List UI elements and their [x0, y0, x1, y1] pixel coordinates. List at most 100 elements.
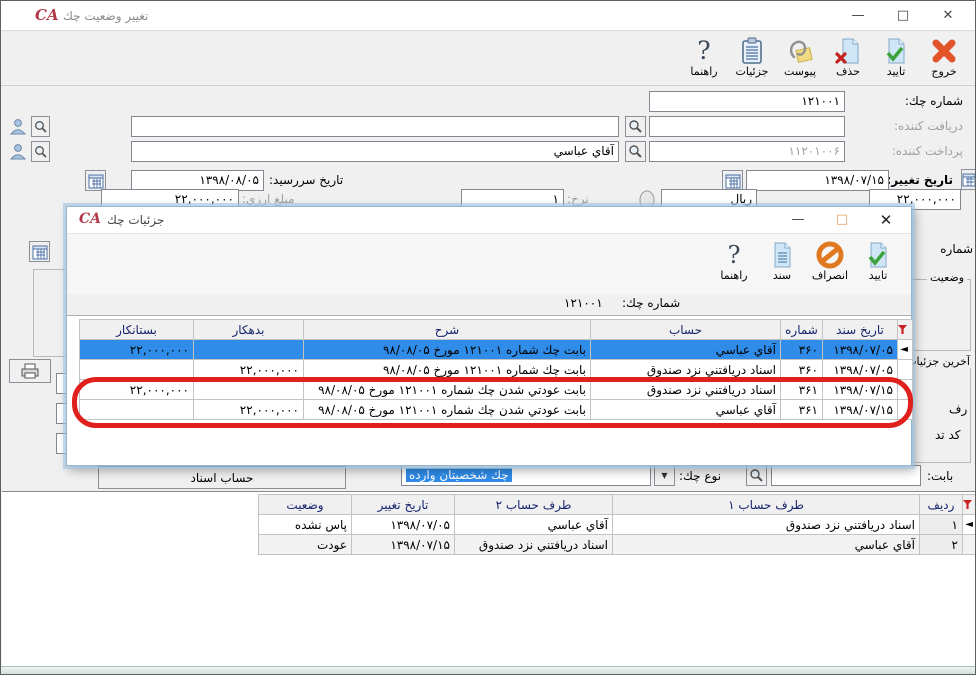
check-type-combo[interactable]: چك شخصيتان وارده: [401, 465, 651, 486]
payer-name-search-button[interactable]: [31, 141, 50, 162]
babat-search-button[interactable]: [746, 465, 767, 486]
calendar-button[interactable]: [722, 170, 743, 191]
table-row[interactable]: ۲ آقاي عباسي اسناد دريافتني نزد صندوق ۱۳…: [259, 535, 976, 555]
modal-check-number-label: شماره چك:: [622, 296, 680, 310]
bottom-panel: رديف طرف حساب ۱ طرف حساب ۲ تاريخ تغيير و…: [2, 491, 976, 666]
table-header-row[interactable]: رديف طرف حساب ۱ طرف حساب ۲ تاريخ تغيير و…: [259, 495, 976, 515]
check-type-dropdown-button[interactable]: ▼: [654, 465, 675, 486]
table-row[interactable]: ◄ ۱ اسناد دريافتني نزد صندوق آقاي عباسي …: [259, 515, 976, 535]
last-details-group-label: آخرين جزئيات: [913, 355, 973, 368]
check-type-selected-value: چك شخصيتان وارده: [406, 468, 512, 482]
calendar-icon[interactable]: [961, 169, 976, 190]
cell-party2: اسناد دريافتني نزد صندوق: [455, 535, 613, 555]
modal-minimize-button[interactable]: —: [781, 209, 815, 231]
check-number-field[interactable]: ۱۲۱۰۰۱: [649, 91, 845, 112]
delete-button[interactable]: حذف: [825, 34, 871, 84]
filter-icon[interactable]: [963, 495, 976, 515]
cell-party1: آقاي عباسي: [613, 535, 920, 555]
cell-account: اسناد دريافتني نزد صندوق: [591, 380, 781, 400]
printer-icon: [20, 363, 40, 379]
babat-field[interactable]: [771, 465, 921, 486]
receiver-name-search-button[interactable]: [31, 116, 50, 137]
magnifier-icon: [34, 145, 48, 159]
confirm-button[interactable]: تاييد: [873, 34, 919, 84]
cell-doc-date: ۱۳۹۸/۰۷/۰۵: [823, 340, 898, 360]
payer-code-field[interactable]: ۱۱۲۰۱۰۰۶: [649, 141, 845, 162]
col-doc-date[interactable]: تاريخ سند: [823, 320, 898, 340]
print-button[interactable]: [9, 359, 51, 383]
help-button[interactable]: ? راهنما: [681, 34, 727, 84]
close-button[interactable]: ✕: [931, 5, 965, 27]
due-date-field[interactable]: ۱۳۹۸/۰۸/۰۵: [131, 170, 264, 191]
payer-search-button[interactable]: [625, 141, 646, 162]
row-marker: [898, 360, 913, 380]
window-title: تغيير وضعيت چك: [63, 9, 148, 23]
application-window: CA تغيير وضعيت چك — □ ✕ خروج تاييد حذف پ…: [0, 0, 976, 675]
row-marker: ◄: [963, 515, 976, 535]
due-date-calendar-button[interactable]: [85, 170, 106, 191]
modal-close-button[interactable]: ✕: [869, 209, 903, 231]
minimize-button[interactable]: —: [841, 5, 875, 27]
cell-status: عودت: [259, 535, 352, 555]
receiver-search-button[interactable]: [625, 116, 646, 137]
col-credit[interactable]: بستانكار: [80, 320, 194, 340]
receiver-label: دريافت كننده:: [894, 116, 963, 137]
modal-title: جزئيات چك: [107, 213, 164, 227]
filter-icon[interactable]: [898, 320, 913, 340]
receiver-name-field[interactable]: [131, 116, 619, 137]
status-group-label: وضعيت: [927, 271, 967, 284]
exit-button[interactable]: خروج: [921, 34, 967, 84]
details-button[interactable]: جزئيات: [729, 34, 775, 84]
voucher-lines-table[interactable]: تاريخ سند شماره حساب شرح بدهكار بستانكار…: [79, 319, 913, 420]
row-number: ۲: [920, 535, 963, 555]
check-history-table[interactable]: رديف طرف حساب ۱ طرف حساب ۲ تاريخ تغيير و…: [258, 494, 976, 555]
app-logo: CA: [35, 6, 59, 24]
main-toolbar: خروج تاييد حذف پيوست جزئيات ? راهنما: [1, 31, 975, 86]
col-description[interactable]: شرح: [304, 320, 591, 340]
receiver-code-field[interactable]: [649, 116, 845, 137]
cell-description: بابت عودتي شدن چك شماره ۱۲۱۰۰۱ مورخ ۹۸/۰…: [304, 400, 591, 420]
table-row[interactable]: ۱۳۹۸/۰۷/۱۵ ۳۶۱ اسناد دريافتني نزد صندوق …: [80, 380, 913, 400]
maximize-button[interactable]: □: [886, 5, 920, 27]
table-row[interactable]: ۱۳۹۸/۰۷/۰۵ ۳۶۰ اسناد دريافتني نزد صندوق …: [80, 360, 913, 380]
col-change-date[interactable]: تاريخ تغيير: [352, 495, 455, 515]
modal-help-button[interactable]: ? راهنما: [711, 238, 757, 288]
table-header-row[interactable]: تاريخ سند شماره حساب شرح بدهكار بستانكار: [80, 320, 913, 340]
calendar-button[interactable]: [29, 241, 50, 262]
modal-confirm-button[interactable]: تاييد: [855, 238, 901, 288]
row-marker: [963, 535, 976, 555]
col-status[interactable]: وضعيت: [259, 495, 352, 515]
col-account[interactable]: حساب: [591, 320, 781, 340]
person-icon[interactable]: [9, 142, 28, 161]
document-icon: [768, 238, 796, 271]
attach-button[interactable]: پيوست: [777, 34, 823, 84]
chevron-down-icon: ▼: [661, 471, 667, 480]
check-type-label: نوع چك:: [679, 466, 721, 487]
table-row[interactable]: ۱۳۹۸/۰۷/۱۵ ۳۶۱ آقاي عباسي بابت عودتي شدن…: [80, 400, 913, 420]
modal-maximize-button[interactable]: □: [825, 209, 859, 231]
col-party2[interactable]: طرف حساب ۲: [455, 495, 613, 515]
change-date-field[interactable]: ۱۳۹۸/۰۷/۱۵: [746, 170, 889, 191]
clipboard-icon: [738, 34, 766, 67]
account-docs-button[interactable]: حساب اسناد: [98, 466, 346, 489]
cell-account: اسناد دريافتني نزد صندوق: [591, 360, 781, 380]
person-icon[interactable]: [9, 117, 28, 136]
code-label: كد تد: [935, 425, 960, 446]
cell-date: ۱۳۹۸/۰۷/۰۵: [352, 515, 455, 535]
babat-label: بابت:: [927, 466, 953, 487]
row-marker: [898, 380, 913, 400]
col-party1[interactable]: طرف حساب ۱: [613, 495, 920, 515]
cell-credit: ۲۲,۰۰۰,۰۰۰: [80, 340, 194, 360]
col-debit[interactable]: بدهكار: [194, 320, 304, 340]
magnifier-icon: [34, 120, 48, 134]
modal-cancel-button[interactable]: انصراف: [807, 238, 853, 288]
document-check-icon: [882, 34, 910, 67]
payer-name-field[interactable]: آقاي عباسي: [131, 141, 619, 162]
col-row[interactable]: رديف: [920, 495, 963, 515]
modal-voucher-button[interactable]: سند: [759, 238, 805, 288]
table-row-selected[interactable]: ◄ ۱۳۹۸/۰۷/۰۵ ۳۶۰ آقاي عباسي بابت چك شمار…: [80, 340, 913, 360]
main-titlebar: CA تغيير وضعيت چك — □ ✕: [1, 1, 975, 31]
col-number[interactable]: شماره: [781, 320, 823, 340]
payer-label: پرداخت كننده:: [892, 141, 963, 162]
document-delete-icon: [834, 34, 862, 67]
